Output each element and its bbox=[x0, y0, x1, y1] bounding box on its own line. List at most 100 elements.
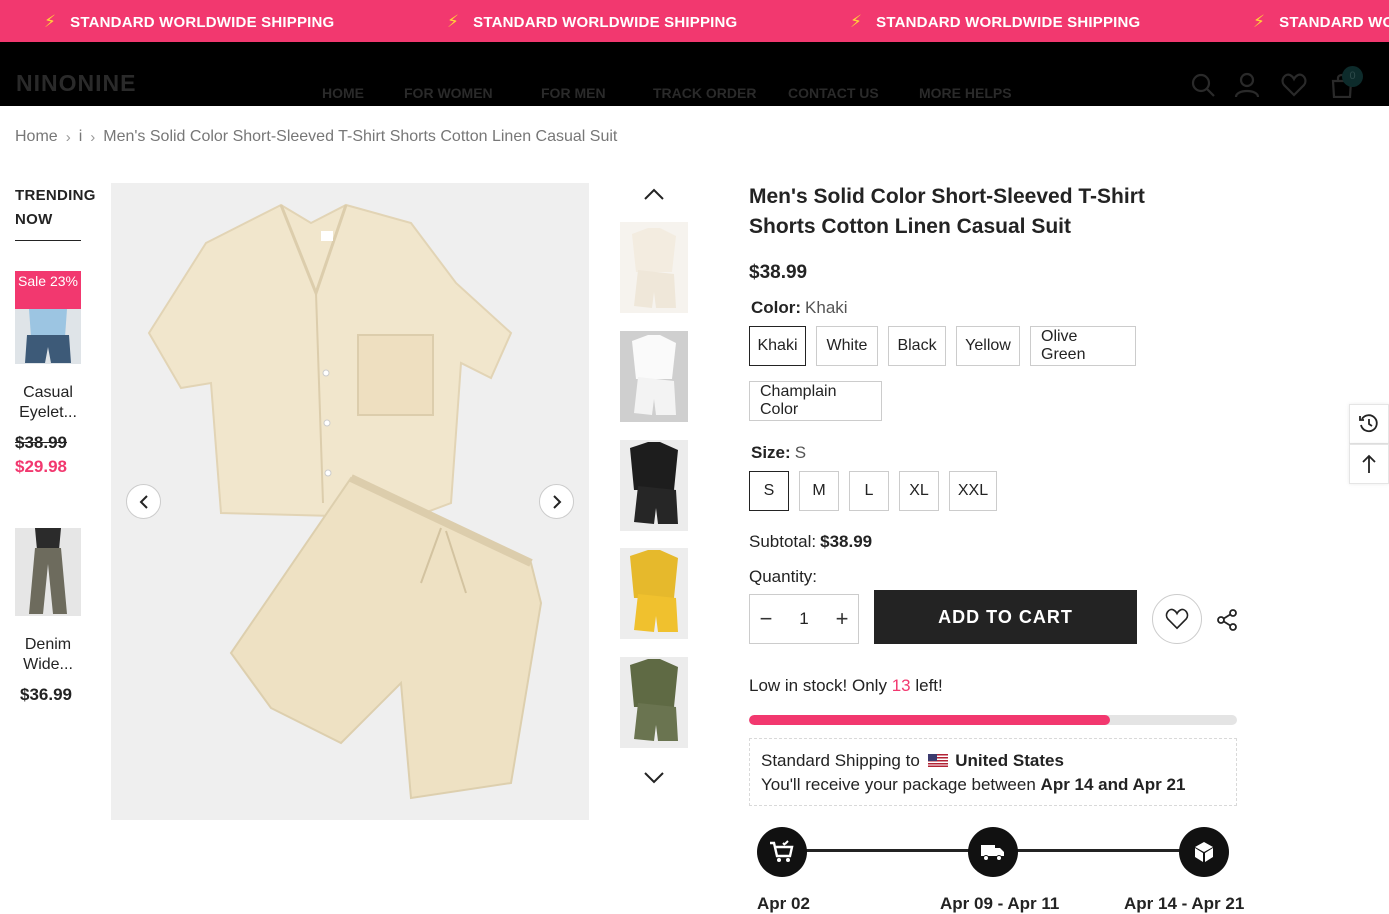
thumbnail-yellow[interactable] bbox=[620, 548, 688, 639]
breadcrumb: Home › i › Men's Solid Color Short-Sleev… bbox=[15, 128, 617, 146]
share-icon[interactable] bbox=[1215, 608, 1239, 632]
lightning-icon: ⚡ bbox=[1253, 12, 1266, 31]
trending-product-price: $36.99 bbox=[20, 685, 72, 704]
add-to-wishlist-button[interactable] bbox=[1152, 594, 1202, 644]
prev-image-button[interactable] bbox=[126, 484, 161, 519]
trending-product-sale-price: $29.98 bbox=[15, 457, 67, 476]
color-option-champlain[interactable]: Champlain Color bbox=[749, 381, 882, 421]
chevron-right-icon: › bbox=[65, 128, 71, 146]
trending-product-old-price: $38.99 bbox=[15, 433, 67, 452]
shipping-step bbox=[968, 827, 1018, 877]
lightning-icon: ⚡ bbox=[850, 12, 863, 31]
quantity-stepper: − 1 + bbox=[749, 594, 859, 644]
chevron-right-icon: › bbox=[90, 128, 96, 146]
quantity-increase-button[interactable]: + bbox=[826, 606, 858, 632]
size-label: Size: S bbox=[751, 443, 807, 462]
delivered-step bbox=[1179, 827, 1229, 877]
package-icon bbox=[1195, 842, 1213, 862]
product-price: $38.99 bbox=[749, 262, 808, 283]
nav-more-helps[interactable]: MORE HELPS bbox=[919, 85, 1012, 101]
thumbnail-olive-green[interactable] bbox=[620, 657, 688, 748]
breadcrumb-category[interactable]: i bbox=[79, 128, 83, 146]
size-option-s[interactable]: S bbox=[749, 471, 789, 511]
timeline-date: Apr 09 - Apr 11 bbox=[940, 894, 1060, 913]
account-icon[interactable] bbox=[1234, 72, 1260, 98]
size-option-xxl[interactable]: XXL bbox=[949, 471, 997, 511]
wishlist-icon[interactable] bbox=[1281, 72, 1307, 98]
nav-for-women[interactable]: FOR WOMEN bbox=[404, 85, 493, 101]
stock-progress-fill bbox=[749, 715, 1111, 725]
add-to-cart-button[interactable]: ADD TO CART bbox=[874, 590, 1137, 644]
truck-icon bbox=[981, 845, 1004, 861]
color-option-white[interactable]: White bbox=[816, 326, 878, 366]
stock-count: 13 bbox=[891, 676, 911, 695]
trending-product-image[interactable] bbox=[15, 528, 81, 616]
breadcrumb-home[interactable]: Home bbox=[15, 128, 58, 146]
heart-icon bbox=[1165, 608, 1189, 630]
announcement-item: ⚡STANDARD WORLDWIDE SHIPPING bbox=[850, 12, 1141, 31]
lightning-icon: ⚡ bbox=[447, 12, 460, 31]
color-option-olive-green[interactable]: Olive Green bbox=[1030, 326, 1136, 366]
trending-title: TRENDING NOW bbox=[15, 187, 96, 228]
search-icon[interactable] bbox=[1190, 72, 1216, 98]
next-image-button[interactable] bbox=[539, 484, 574, 519]
stock-progress-bar bbox=[749, 715, 1237, 725]
trending-product-name[interactable]: Casual Eyelet... bbox=[15, 383, 81, 423]
thumbnail-khaki[interactable] bbox=[620, 222, 688, 313]
cart-count-badge: 0 bbox=[1342, 66, 1363, 87]
color-option-khaki[interactable]: Khaki bbox=[749, 326, 806, 366]
back-to-top-button[interactable] bbox=[1349, 444, 1389, 484]
trending-underline bbox=[15, 240, 81, 241]
quantity-input[interactable]: 1 bbox=[782, 609, 826, 629]
stock-status: Low in stock! Only 13 left! bbox=[749, 676, 943, 695]
thumbnail-image bbox=[620, 331, 688, 422]
nav-contact-us[interactable]: CONTACT US bbox=[788, 85, 879, 101]
announcement-item: ⚡STANDARD WORLDWIDE SHIPPING bbox=[1253, 12, 1389, 31]
us-flag-icon bbox=[927, 754, 948, 767]
recently-viewed-button[interactable] bbox=[1349, 404, 1389, 444]
announcement-bar: ⚡ STANDARD WORLDWIDE SHIPPING ⚡ STANDARD W… bbox=[0, 0, 1389, 42]
subtotal: Subtotal: $38.99 bbox=[749, 532, 873, 551]
thumbs-down-arrow[interactable] bbox=[642, 770, 666, 786]
thumbs-up-arrow[interactable] bbox=[642, 186, 666, 202]
sale-badge: Sale 23% bbox=[15, 271, 81, 309]
size-option-l[interactable]: L bbox=[849, 471, 889, 511]
trending-product-name[interactable]: Denim Wide... bbox=[15, 635, 81, 675]
timeline-date: Apr 02 bbox=[757, 894, 810, 913]
nav-for-men[interactable]: FOR MEN bbox=[541, 85, 606, 101]
main-product-image[interactable] bbox=[111, 183, 589, 820]
site-header: NINONINE HOME FOR WOMEN FOR MEN TRACK OR… bbox=[0, 42, 1389, 106]
size-option-xl[interactable]: XL bbox=[899, 471, 939, 511]
timeline-date: Apr 14 - Apr 21 bbox=[1124, 894, 1245, 913]
product-photo bbox=[111, 183, 589, 820]
announcement-item: ⚡STANDARD WORLDWIDE SHIPPING bbox=[44, 12, 335, 31]
quantity-label: Quantity: bbox=[749, 567, 818, 586]
order-placed-step bbox=[757, 827, 807, 877]
size-option-m[interactable]: M bbox=[799, 471, 839, 511]
color-label: Color: Khaki bbox=[751, 298, 848, 317]
shipping-info-box: Standard Shipping to United States You'l… bbox=[749, 738, 1237, 806]
recently-viewed-icon bbox=[1359, 414, 1378, 433]
product-title: Men's Solid Color Short-Sleeved T-Shirt … bbox=[749, 185, 1145, 238]
thumbnail-image bbox=[620, 548, 688, 639]
thumbnail-image bbox=[620, 222, 688, 313]
color-option-black[interactable]: Black bbox=[888, 326, 946, 366]
chevron-left-icon bbox=[139, 494, 148, 509]
nav-track-order[interactable]: TRACK ORDER bbox=[653, 85, 756, 101]
delivery-line: You'll receive your package between Apr … bbox=[761, 775, 1186, 794]
thumbnail-black[interactable] bbox=[620, 440, 688, 531]
lightning-icon: ⚡ bbox=[44, 12, 57, 31]
announcement-item: ⚡STANDARD WORLDWIDE SHIPPING bbox=[447, 12, 738, 31]
breadcrumb-current: Men's Solid Color Short-Sleeved T-Shirt … bbox=[103, 128, 618, 145]
thumbnail-image bbox=[620, 440, 688, 531]
color-option-yellow[interactable]: Yellow bbox=[956, 326, 1020, 366]
thumbnail-white[interactable] bbox=[620, 331, 688, 422]
site-logo[interactable]: NINONINE bbox=[16, 70, 136, 97]
cart-check-icon bbox=[770, 840, 794, 862]
chevron-right-icon bbox=[552, 494, 561, 509]
quantity-decrease-button[interactable]: − bbox=[750, 606, 782, 632]
nav-home[interactable]: HOME bbox=[322, 85, 364, 101]
thumbnail-image bbox=[620, 657, 688, 748]
shipping-line: Standard Shipping to United States bbox=[761, 751, 1064, 770]
back-to-top-icon bbox=[1362, 454, 1376, 473]
